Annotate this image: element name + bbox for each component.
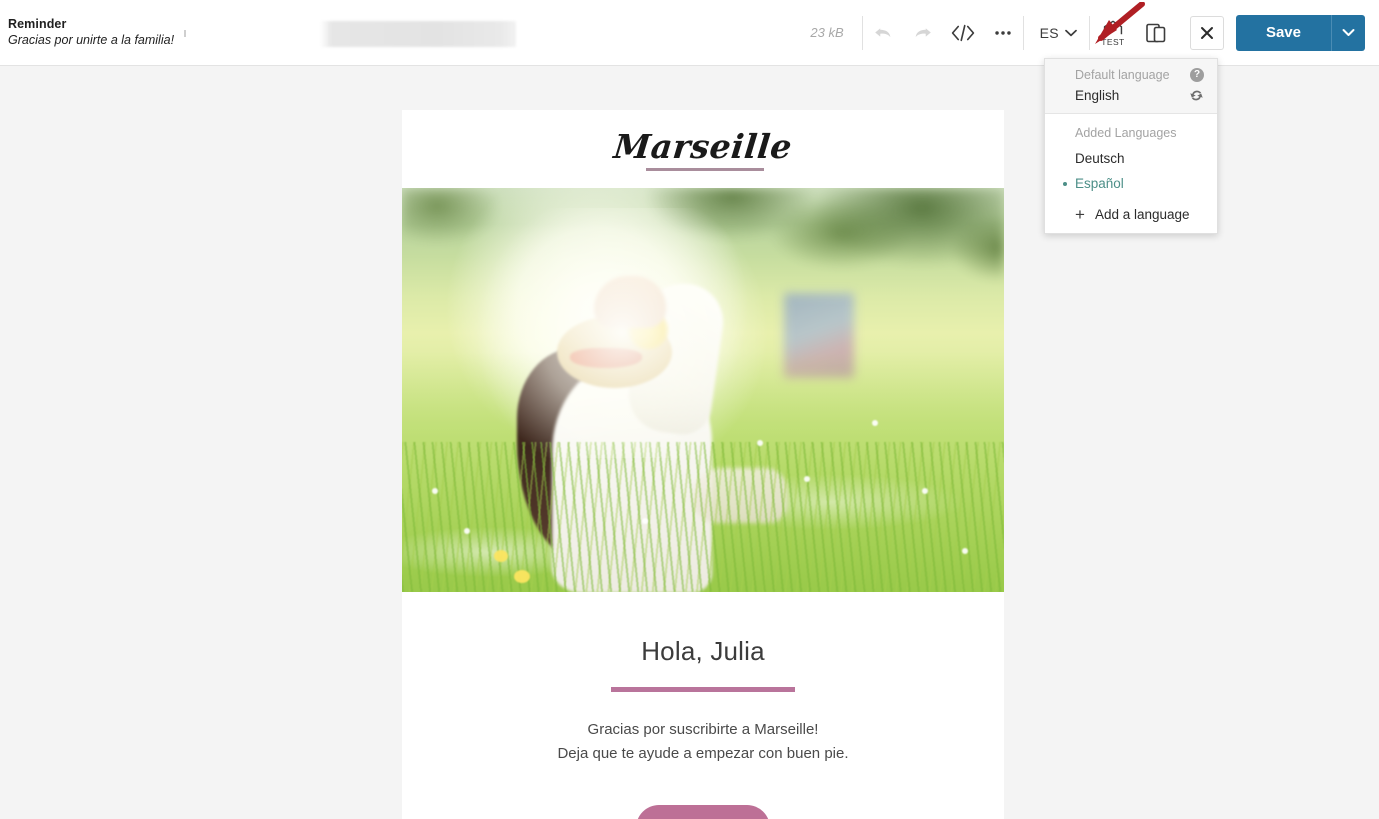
add-language-label: Add a language	[1094, 207, 1190, 222]
source-code-button[interactable]	[943, 10, 983, 56]
chevron-down-icon	[1065, 29, 1077, 36]
hero-subject-hand	[594, 276, 666, 328]
added-languages-label: Added Languages	[1075, 126, 1177, 140]
redacted-tick	[184, 29, 186, 37]
more-options-icon	[994, 30, 1011, 35]
email-cta-button[interactable]: Acceder	[635, 804, 771, 819]
hero-flower	[514, 570, 530, 583]
default-language-section: Default language ? English	[1045, 59, 1217, 113]
device-preview-button[interactable]	[1136, 10, 1176, 56]
hero-flower	[757, 440, 763, 446]
add-language-button[interactable]: + Add a language	[1045, 196, 1217, 225]
undo-icon	[874, 27, 891, 37]
redacted-field	[184, 16, 524, 50]
email-template: Marseille Hola, Julia Gracias por suscri…	[402, 110, 1004, 819]
redacted-bar	[320, 20, 516, 47]
close-icon	[1200, 26, 1213, 39]
redo-icon	[915, 27, 931, 37]
hero-flower	[804, 476, 810, 482]
default-language-header: Default language ?	[1045, 66, 1217, 84]
undo-button[interactable]	[863, 10, 903, 56]
email-title-block: Reminder Gracias por unirte a la familia…	[0, 17, 180, 48]
hero-image	[402, 188, 1004, 592]
email-greeting: Hola, Julia	[641, 636, 765, 666]
menu-item-espanol[interactable]: Español	[1045, 171, 1217, 196]
save-options-button[interactable]	[1331, 14, 1365, 51]
hero-flower	[432, 488, 438, 494]
language-dropdown-menu: Default language ? English Added Languag…	[1044, 58, 1218, 234]
hero-flower	[494, 550, 508, 562]
hero-flower	[642, 518, 648, 524]
email-subject-line: Gracias por unirte a la familia!	[8, 32, 175, 47]
chevron-down-icon	[1342, 29, 1355, 36]
test-send-icon	[1103, 20, 1123, 35]
email-paragraph-line-2: Deja que te ayude a empezar con buen pie…	[557, 745, 849, 763]
default-language-label: Default language	[1075, 68, 1170, 82]
sync-icon[interactable]	[1189, 88, 1204, 103]
device-preview-icon	[1146, 23, 1166, 42]
send-test-button[interactable]: TEST	[1090, 9, 1136, 57]
email-logo-block: Marseille	[402, 110, 1004, 188]
help-icon[interactable]: ?	[1190, 68, 1204, 82]
plus-icon: +	[1075, 205, 1085, 224]
brand-logo: Marseille	[611, 127, 795, 166]
greeting-underline	[611, 687, 795, 692]
email-template-name: Reminder	[8, 16, 67, 31]
hero-flower	[962, 548, 968, 554]
save-button-group: Save	[1235, 14, 1365, 51]
language-dropdown-button[interactable]: ES	[1024, 10, 1089, 56]
close-button[interactable]	[1189, 15, 1224, 50]
language-code-label: ES	[1039, 24, 1059, 41]
editor-toolbar: Reminder Gracias por unirte a la familia…	[0, 0, 1379, 66]
redo-button[interactable]	[903, 10, 943, 56]
email-paragraph: Gracias por suscribirte a Marseille! Dej…	[402, 718, 1004, 767]
hero-hat-band	[570, 348, 642, 368]
logo-underline	[646, 168, 764, 171]
email-paragraph-line-1: Gracias por suscribirte a Marseille!	[587, 721, 819, 738]
hero-flower	[922, 488, 928, 494]
menu-item-english[interactable]: English	[1045, 84, 1217, 107]
save-button[interactable]: Save	[1235, 14, 1331, 51]
email-size-label: 23 kB	[810, 25, 844, 40]
hero-flower	[464, 528, 470, 534]
menu-item-deutsch[interactable]: Deutsch	[1045, 146, 1217, 171]
default-language-value: English	[1075, 88, 1120, 103]
email-body: Hola, Julia Gracias por suscribirte a Ma…	[402, 592, 1004, 819]
code-icon	[951, 24, 974, 41]
hero-grass	[402, 442, 1004, 592]
hero-flower	[872, 420, 878, 426]
test-button-label: TEST	[1101, 37, 1125, 47]
more-options-button[interactable]	[983, 10, 1023, 56]
email-cta-wrapper: Acceder	[402, 804, 1004, 819]
